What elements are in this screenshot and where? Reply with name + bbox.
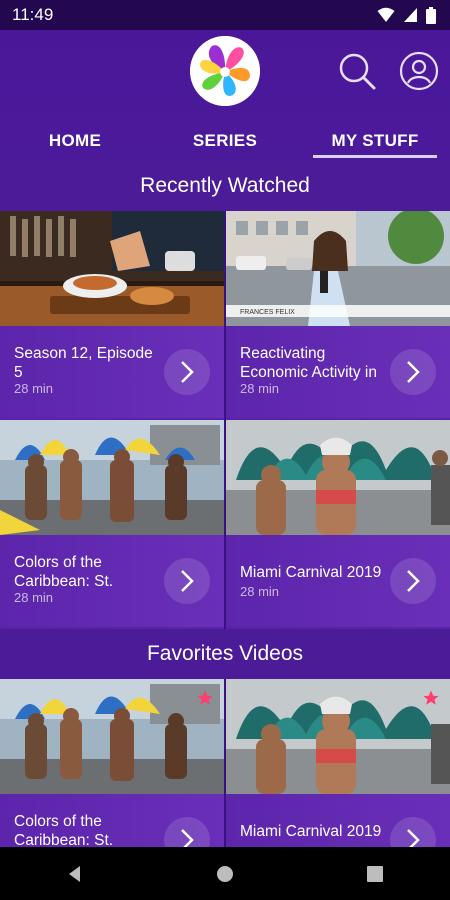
app-header: HOME SERIES MY STUFF bbox=[0, 30, 450, 161]
battery-icon bbox=[426, 6, 436, 24]
chevron-right-icon bbox=[407, 829, 420, 847]
system-nav-bar bbox=[0, 847, 450, 900]
status-icons bbox=[377, 6, 436, 24]
thumbnail-chef-plating bbox=[0, 211, 224, 326]
thumbnail-carnival-parade bbox=[0, 420, 224, 535]
card-info: Colors of the Caribbean: St. bbox=[0, 794, 224, 847]
video-card[interactable]: Miami Carnival 2019 28 min bbox=[226, 420, 450, 629]
tab-series[interactable]: SERIES bbox=[150, 122, 300, 160]
thumbnail-carnival-dancer bbox=[226, 679, 450, 794]
my-stuff-content[interactable]: Recently Watched Season 12, Episode 5 28… bbox=[0, 161, 450, 847]
tab-my-stuff[interactable]: MY STUFF bbox=[300, 122, 450, 160]
card-info: Reactivating Economic Activity in 28 min bbox=[226, 326, 450, 418]
recently-watched-grid: Season 12, Episode 5 28 min FRANCES FELI… bbox=[0, 211, 450, 629]
recently-watched-title: Recently Watched bbox=[0, 161, 450, 211]
favorite-star-icon[interactable] bbox=[196, 689, 214, 707]
thumbnail-carnival-parade bbox=[0, 679, 224, 794]
play-button[interactable] bbox=[164, 817, 210, 847]
search-button[interactable] bbox=[336, 50, 378, 92]
recents-icon[interactable] bbox=[365, 864, 385, 884]
reporter-name-overlay: FRANCES FELIX bbox=[240, 309, 295, 316]
tab-home-label: HOME bbox=[48, 131, 102, 150]
card-duration: 28 min bbox=[240, 381, 280, 396]
tab-bar: HOME SERIES MY STUFF bbox=[0, 122, 450, 160]
play-button[interactable] bbox=[390, 558, 436, 604]
card-duration: 28 min bbox=[14, 381, 54, 396]
card-info: Miami Carnival 2019 28 min bbox=[226, 535, 450, 627]
search-icon bbox=[339, 53, 376, 90]
card-info: Season 12, Episode 5 28 min bbox=[0, 326, 224, 418]
status-time: 11:49 bbox=[12, 5, 54, 24]
active-tab-indicator bbox=[313, 155, 437, 158]
card-title: Colors of the Caribbean: St. bbox=[14, 554, 114, 590]
favorites-grid: Colors of the Caribbean: St. Miami Carni… bbox=[0, 679, 450, 847]
tab-home[interactable]: HOME bbox=[0, 122, 150, 160]
back-icon[interactable] bbox=[65, 864, 85, 884]
card-title: Reactivating Economic Activity in bbox=[240, 345, 377, 381]
card-info: Colors of the Caribbean: St. 28 min bbox=[0, 535, 224, 627]
tab-my-stuff-label: MY STUFF bbox=[331, 131, 419, 150]
thumbnail-news-reporter: FRANCES FELIX bbox=[226, 211, 450, 326]
favorite-star-icon[interactable] bbox=[422, 689, 440, 707]
video-card[interactable]: Colors of the Caribbean: St. bbox=[0, 679, 224, 847]
card-duration: 28 min bbox=[240, 584, 280, 599]
thumbnail-carnival-dancer bbox=[226, 420, 450, 535]
chevron-right-icon bbox=[181, 570, 194, 592]
status-bar: 11:49 bbox=[0, 0, 450, 30]
video-card[interactable]: Colors of the Caribbean: St. 28 min bbox=[0, 420, 224, 629]
home-icon[interactable] bbox=[215, 864, 235, 884]
card-title: Colors of the Caribbean: St. bbox=[14, 813, 114, 847]
wifi-icon bbox=[377, 7, 395, 22]
play-button[interactable] bbox=[164, 349, 210, 395]
card-title: Season 12, Episode 5 bbox=[14, 345, 153, 381]
tab-series-label: SERIES bbox=[192, 131, 258, 150]
card-info: Miami Carnival 2019 bbox=[226, 794, 450, 847]
chevron-right-icon bbox=[181, 829, 194, 847]
chevron-right-icon bbox=[407, 570, 420, 592]
card-duration: 28 min bbox=[14, 590, 54, 605]
play-button[interactable] bbox=[390, 817, 436, 847]
card-title: Miami Carnival 2019 bbox=[240, 564, 382, 581]
profile-icon bbox=[399, 51, 439, 91]
play-button[interactable] bbox=[164, 558, 210, 604]
card-title: Miami Carnival 2019 bbox=[240, 823, 382, 840]
video-card[interactable]: Miami Carnival 2019 bbox=[226, 679, 450, 847]
video-card[interactable]: FRANCES FELIX Reactivating Economic Acti… bbox=[226, 211, 450, 420]
logo-icon bbox=[190, 36, 260, 106]
profile-button[interactable] bbox=[398, 50, 440, 92]
app-logo[interactable] bbox=[190, 36, 260, 106]
play-button[interactable] bbox=[390, 349, 436, 395]
chevron-right-icon bbox=[407, 361, 420, 383]
cellular-icon bbox=[404, 8, 417, 22]
favorites-title: Favorites Videos bbox=[0, 629, 450, 679]
video-card[interactable]: Season 12, Episode 5 28 min bbox=[0, 211, 224, 420]
chevron-right-icon bbox=[181, 361, 194, 383]
